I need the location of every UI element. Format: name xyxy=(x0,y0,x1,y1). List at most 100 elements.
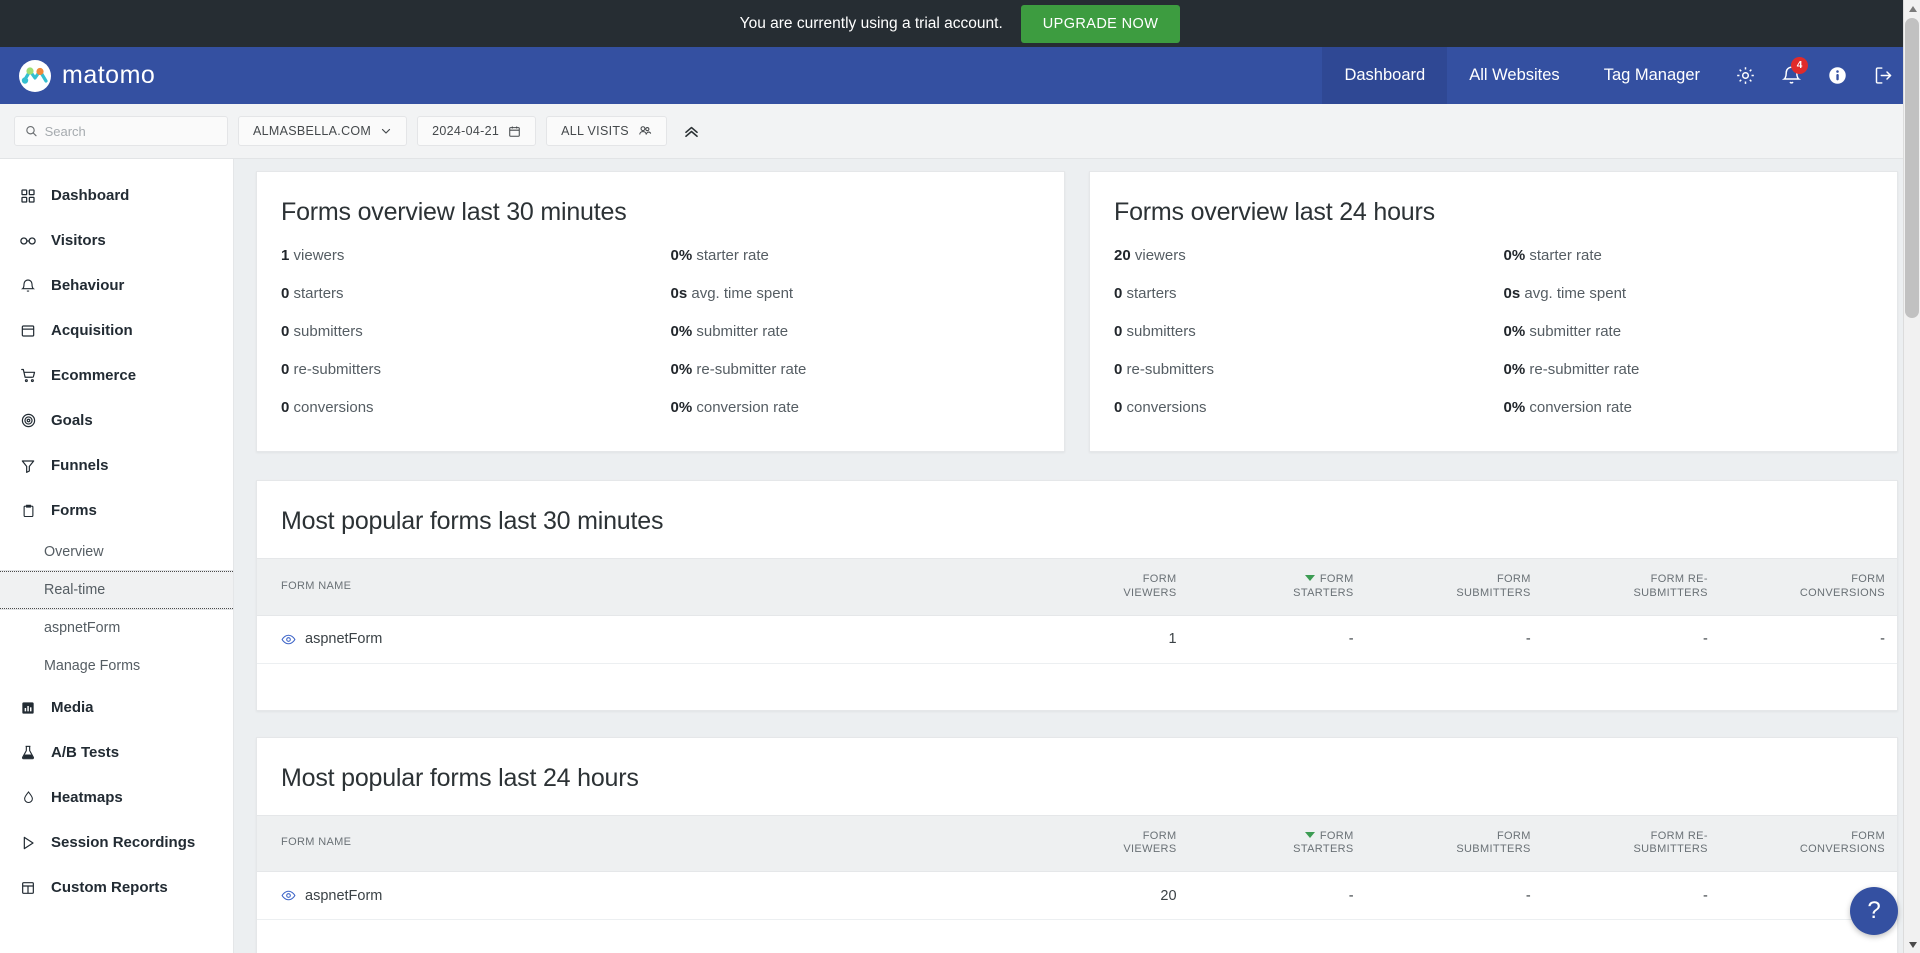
scroll-down-arrow-icon[interactable] xyxy=(1904,936,1920,953)
nav-link-dashboard[interactable]: Dashboard xyxy=(1322,47,1448,104)
column-header-form-resubmitters[interactable]: FORM RE- SUBMITTERS xyxy=(1542,558,1720,616)
column-header-form-resubmitters[interactable]: FORM RE- SUBMITTERS xyxy=(1542,814,1720,872)
stat-label: avg. time spent xyxy=(691,285,794,302)
segment-selector[interactable]: ALL VISITS xyxy=(546,116,667,146)
column-header-form-viewers[interactable]: FORM VIEWERS xyxy=(1011,558,1189,616)
column-header-form-conversions[interactable]: FORM CONVERSIONS xyxy=(1719,558,1897,616)
column-header-line: FORM xyxy=(1851,829,1885,842)
stat-value: 0% xyxy=(670,247,693,264)
sidebar: Dashboard Visitors Behaviour Acquisition… xyxy=(0,159,234,953)
sidebar-item-ecommerce[interactable]: Ecommerce xyxy=(0,353,233,398)
stats-column-right: 0% starter rate 0s avg. time spent 0% su… xyxy=(1484,247,1874,417)
upgrade-now-button[interactable]: UPGRADE NOW xyxy=(1020,4,1181,43)
date-selector[interactable]: 2024-04-21 xyxy=(417,116,537,146)
scroll-up-arrow-icon[interactable] xyxy=(1904,0,1920,17)
form-name-text[interactable]: aspnetForm xyxy=(305,631,382,647)
sidebar-subitem-label: aspnetForm xyxy=(44,620,121,636)
stat-value: 0 xyxy=(281,399,290,416)
cell-form-submitters: - xyxy=(1365,871,1543,920)
column-header-form-viewers[interactable]: FORM VIEWERS xyxy=(1011,814,1189,872)
sidebar-subitem-manage-forms[interactable]: Manage Forms xyxy=(0,647,233,685)
chevron-down-icon xyxy=(382,128,391,134)
stat-label: submitters xyxy=(293,323,363,340)
overview-row: Forms overview last 30 minutes 1 viewers… xyxy=(256,171,1898,452)
stat-submitters: 0 submitters xyxy=(281,323,651,341)
window-icon xyxy=(19,322,37,340)
table-row[interactable]: aspnetForm 1 - - - - xyxy=(257,615,1897,664)
sidebar-subitem-overview[interactable]: Overview xyxy=(0,533,233,571)
sidebar-item-custom-reports[interactable]: Custom Reports xyxy=(0,865,233,910)
sidebar-item-label: Ecommerce xyxy=(51,367,137,384)
sidebar-item-heatmaps[interactable]: Heatmaps xyxy=(0,775,233,820)
sidebar-item-visitors[interactable]: Visitors xyxy=(0,218,233,263)
sidebar-item-behaviour[interactable]: Behaviour xyxy=(0,263,233,308)
sign-out-icon[interactable] xyxy=(1860,47,1906,104)
column-header-form-name[interactable]: FORM NAME xyxy=(257,814,1012,872)
column-header-form-conversions[interactable]: FORM CONVERSIONS xyxy=(1719,814,1897,872)
sidebar-item-label: A/B Tests xyxy=(51,744,120,761)
search-input[interactable] xyxy=(44,123,217,139)
row-name-wrap: aspnetForm xyxy=(281,888,999,904)
sidebar-item-acquisition[interactable]: Acquisition xyxy=(0,308,233,353)
sidebar-item-session-recordings[interactable]: Session Recordings xyxy=(0,820,233,865)
sidebar-item-ab-tests[interactable]: A/B Tests xyxy=(0,730,233,775)
sidebar-item-media[interactable]: Media xyxy=(0,685,233,730)
eye-icon[interactable] xyxy=(281,888,296,903)
calendar-icon xyxy=(509,126,520,137)
info-icon[interactable] xyxy=(1814,47,1860,104)
form-name-text[interactable]: aspnetForm xyxy=(305,888,382,904)
vertical-scrollbar[interactable] xyxy=(1903,0,1920,953)
column-header-form-starters[interactable]: FORM STARTERS xyxy=(1188,558,1366,616)
stat-resubmitter-rate: 0% re-submitter rate xyxy=(1504,361,1874,379)
stat-submitter-rate: 0% submitter rate xyxy=(1504,323,1874,341)
sidebar-item-dashboard[interactable]: Dashboard xyxy=(0,173,233,218)
help-button[interactable]: ? xyxy=(1850,887,1898,935)
stat-label: avg. time spent xyxy=(1524,285,1627,302)
gear-icon[interactable] xyxy=(1722,47,1768,104)
stat-avg-time-spent: 0s avg. time spent xyxy=(671,285,1041,303)
column-header-line: SUBMITTERS xyxy=(1633,843,1708,856)
stat-resubmitters: 0 re-submitters xyxy=(1114,361,1484,379)
cell-form-resubmitters: - xyxy=(1542,615,1720,664)
column-header-line: STARTERS xyxy=(1293,843,1354,856)
cell-form-starters: - xyxy=(1188,871,1366,920)
column-header-line: FORM xyxy=(1496,573,1531,585)
page-body: Dashboard Visitors Behaviour Acquisition… xyxy=(0,159,1920,953)
column-header-line: FORM xyxy=(1201,830,1354,844)
sidebar-item-goals[interactable]: Goals xyxy=(0,398,233,443)
nav-link-tag-manager[interactable]: Tag Manager xyxy=(1582,47,1722,104)
sidebar-subitem-label: Manage Forms xyxy=(44,658,141,674)
column-header-form-starters[interactable]: FORM STARTERS xyxy=(1188,814,1366,872)
sidebar-item-label: Funnels xyxy=(51,457,109,474)
column-header-form-name[interactable]: FORM NAME xyxy=(257,558,1012,616)
stat-starter-rate: 0% starter rate xyxy=(1504,247,1874,265)
sidebar-item-funnels[interactable]: Funnels xyxy=(0,443,233,488)
nav-link-all-websites[interactable]: All Websites xyxy=(1447,47,1581,104)
matomo-logo-icon xyxy=(19,59,51,92)
stat-value: 0 xyxy=(281,285,290,302)
sidebar-subitem-aspnetform[interactable]: aspnetForm xyxy=(0,609,233,647)
sidebar-item-forms[interactable]: Forms xyxy=(0,488,233,533)
forms-overview-24h-card: Forms overview last 24 hours 20 viewers … xyxy=(1089,171,1898,452)
site-selector[interactable]: ALMASBELLA.COM xyxy=(238,116,408,146)
eye-icon[interactable] xyxy=(281,632,296,647)
collapse-selectors-button[interactable] xyxy=(677,116,707,146)
column-header-line: FORM xyxy=(1142,829,1177,842)
column-header-form-submitters[interactable]: FORM SUBMITTERS xyxy=(1365,814,1543,872)
sidebar-item-label: Goals xyxy=(51,412,93,429)
stat-starters: 0 starters xyxy=(281,285,651,303)
search-box[interactable] xyxy=(14,116,228,146)
stat-label: re-submitters xyxy=(1126,361,1215,378)
stat-value: 0s xyxy=(1503,285,1521,302)
card-title: Most popular forms last 30 minutes xyxy=(281,507,664,535)
target-icon xyxy=(19,412,37,430)
sidebar-subitem-real-time[interactable]: Real-time xyxy=(0,570,233,610)
scrollbar-thumb[interactable] xyxy=(1905,18,1919,318)
matomo-logo[interactable]: matomo xyxy=(0,59,155,93)
table-row[interactable]: aspnetForm 20 - - - - xyxy=(257,871,1897,920)
bell-icon[interactable]: 4 xyxy=(1768,47,1814,104)
selector-bar: ALMASBELLA.COM 2024-04-21 ALL VISITS xyxy=(0,104,1920,159)
column-header-form-submitters[interactable]: FORM SUBMITTERS xyxy=(1365,558,1543,616)
stat-value: 0 xyxy=(281,323,290,340)
stat-label: starter rate xyxy=(696,247,769,264)
